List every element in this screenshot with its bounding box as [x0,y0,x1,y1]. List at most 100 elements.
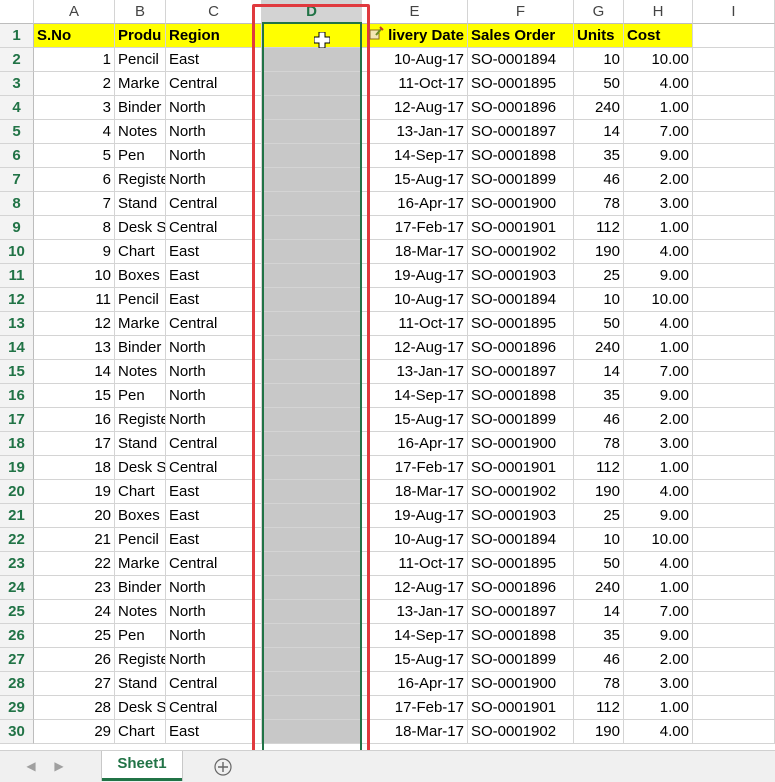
cell-c[interactable]: East [166,264,262,288]
row-header[interactable]: 1 [0,24,34,48]
cell-f[interactable]: SO-0001899 [468,648,574,672]
cell-e[interactable]: 12-Aug-17 [362,336,468,360]
cell-d[interactable] [262,408,362,432]
cell-a[interactable]: 16 [34,408,115,432]
cell-d[interactable] [262,240,362,264]
row-header[interactable]: 21 [0,504,34,528]
cell-e[interactable]: 14-Sep-17 [362,144,468,168]
cell-f[interactable]: SO-0001895 [468,552,574,576]
cell-c[interactable]: North [166,120,262,144]
cell-a[interactable]: 8 [34,216,115,240]
cell-a[interactable]: 2 [34,72,115,96]
cell-c[interactable]: North [166,144,262,168]
cell-f[interactable]: SO-0001897 [468,600,574,624]
cell-g[interactable]: 78 [574,432,624,456]
cell-d[interactable] [262,312,362,336]
cell-e[interactable]: 15-Aug-17 [362,648,468,672]
column-header-b[interactable]: B [115,0,166,24]
cell-d[interactable] [262,48,362,72]
cell-a[interactable]: 1 [34,48,115,72]
header-cell-a[interactable]: S.No [34,24,115,48]
cell-a[interactable]: 25 [34,624,115,648]
cell-f[interactable]: SO-0001902 [468,240,574,264]
cell-b[interactable]: Boxes [115,264,166,288]
cell-h[interactable]: 4.00 [624,480,693,504]
cell-h[interactable]: 3.00 [624,432,693,456]
row-header[interactable]: 19 [0,456,34,480]
cell-b[interactable]: Chart [115,480,166,504]
cell-c[interactable]: North [166,648,262,672]
row-header[interactable]: 22 [0,528,34,552]
cell-g[interactable]: 78 [574,672,624,696]
cell-g[interactable]: 240 [574,576,624,600]
cell-h[interactable]: 1.00 [624,696,693,720]
cell-i[interactable] [693,480,775,504]
cell-a[interactable]: 15 [34,384,115,408]
row-header[interactable]: 25 [0,600,34,624]
cell-b[interactable]: Chart [115,720,166,744]
cell-f[interactable]: SO-0001900 [468,192,574,216]
cell-i[interactable] [693,192,775,216]
cell-d[interactable] [262,192,362,216]
cell-h[interactable]: 7.00 [624,360,693,384]
cell-i[interactable] [693,528,775,552]
cell-i[interactable] [693,408,775,432]
cell-e[interactable]: 12-Aug-17 [362,576,468,600]
row-header[interactable]: 13 [0,312,34,336]
cell-c[interactable]: East [166,288,262,312]
cell-g[interactable]: 112 [574,216,624,240]
cell-d[interactable] [262,264,362,288]
cell-b[interactable]: Pen [115,624,166,648]
row-header[interactable]: 18 [0,432,34,456]
cell-f[interactable]: SO-0001896 [468,336,574,360]
cell-c[interactable]: Central [166,696,262,720]
cell-h[interactable]: 1.00 [624,96,693,120]
cell-e[interactable]: 11-Oct-17 [362,552,468,576]
cell-f[interactable]: SO-0001900 [468,672,574,696]
cell-f[interactable]: SO-0001897 [468,120,574,144]
row-header[interactable]: 9 [0,216,34,240]
cell-a[interactable]: 27 [34,672,115,696]
cell-c[interactable]: North [166,576,262,600]
cell-f[interactable]: SO-0001897 [468,360,574,384]
cell-h[interactable]: 1.00 [624,456,693,480]
cell-e[interactable]: 19-Aug-17 [362,264,468,288]
cell-a[interactable]: 26 [34,648,115,672]
cell-e[interactable]: 17-Feb-17 [362,696,468,720]
cell-h[interactable]: 10.00 [624,48,693,72]
row-header[interactable]: 29 [0,696,34,720]
cell-c[interactable]: Central [166,72,262,96]
cell-i[interactable] [693,600,775,624]
cell-e[interactable]: 10-Aug-17 [362,288,468,312]
cell-g[interactable]: 46 [574,648,624,672]
cell-c[interactable]: North [166,600,262,624]
select-all-corner[interactable] [0,0,34,24]
row-header[interactable]: 10 [0,240,34,264]
cell-b[interactable]: Desk S [115,456,166,480]
cell-i[interactable] [693,624,775,648]
column-header-f[interactable]: F [468,0,574,24]
cell-h[interactable]: 9.00 [624,264,693,288]
cell-g[interactable]: 46 [574,168,624,192]
cell-h[interactable]: 4.00 [624,720,693,744]
cell-a[interactable]: 14 [34,360,115,384]
cell-c[interactable]: East [166,528,262,552]
cell-i[interactable] [693,432,775,456]
cell-i[interactable] [693,360,775,384]
cell-b[interactable]: Registe [115,408,166,432]
cell-i[interactable] [693,96,775,120]
cell-i[interactable] [693,696,775,720]
cell-h[interactable]: 2.00 [624,648,693,672]
column-header-e[interactable]: E [362,0,468,24]
cell-c[interactable]: Central [166,192,262,216]
cell-d[interactable] [262,360,362,384]
cell-d[interactable] [262,504,362,528]
cell-b[interactable]: Pencil [115,288,166,312]
cell-d[interactable] [262,144,362,168]
cell-f[interactable]: SO-0001903 [468,264,574,288]
cell-c[interactable]: Central [166,456,262,480]
cell-d[interactable] [262,216,362,240]
cell-e[interactable]: 16-Apr-17 [362,432,468,456]
cell-d[interactable] [262,288,362,312]
cell-b[interactable]: Pencil [115,48,166,72]
